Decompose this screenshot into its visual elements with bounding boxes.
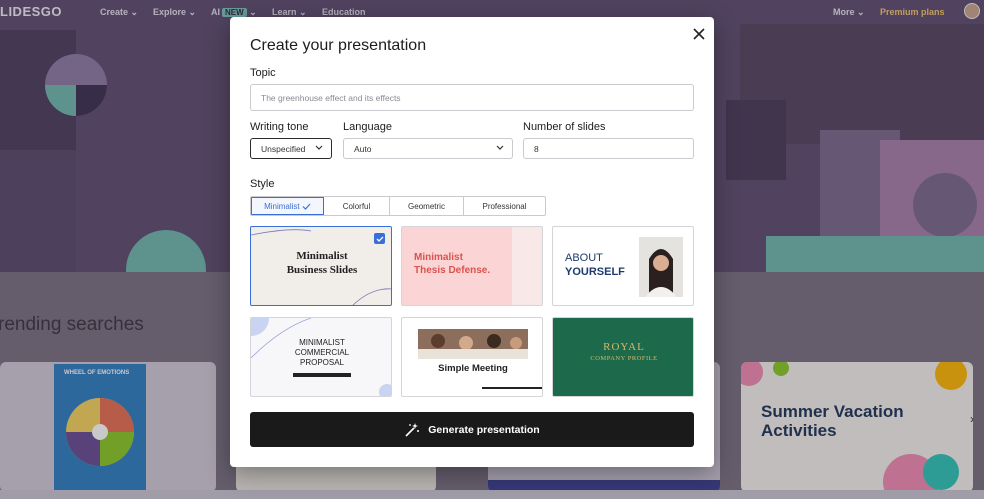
language-value: Auto (354, 143, 372, 154)
magic-wand-icon (405, 422, 420, 437)
topic-label: Topic (250, 67, 276, 79)
style-option-professional[interactable]: Professional (464, 197, 545, 215)
portrait-photo (645, 249, 677, 297)
number-of-slides-input[interactable]: 8 (523, 138, 694, 159)
template-title-line2: YOURSELF (565, 266, 625, 278)
template-title-line1: Minimalist (296, 250, 348, 262)
generate-presentation-label: Generate presentation (428, 423, 540, 436)
writing-tone-label: Writing tone (250, 121, 309, 133)
template-title-line2: COMMERCIAL (294, 348, 350, 357)
template-title-line1: Simple Meeting (438, 363, 508, 374)
close-icon (693, 28, 705, 40)
template-title-line3: PROPOSAL (299, 358, 344, 367)
template-title-line1: MINIMALIST (299, 338, 345, 347)
style-segmented-control: Minimalist Colorful Geometric Profession… (250, 196, 546, 216)
style-label: Style (250, 178, 275, 190)
generate-presentation-button[interactable]: Generate presentation (250, 412, 694, 447)
meeting-photo (418, 329, 528, 359)
template-simple-meeting[interactable]: Simple Meeting (401, 317, 543, 397)
template-title-line1: ABOUT (565, 252, 603, 264)
close-button[interactable] (690, 25, 708, 43)
chevron-down-icon (315, 145, 323, 150)
template-minimalist-commercial[interactable]: MINIMALIST COMMERCIAL PROPOSAL (250, 317, 392, 397)
template-title-line2: COMPANY PROFILE (590, 355, 658, 362)
template-title-line1: ROYAL (603, 341, 645, 353)
language-label: Language (343, 121, 392, 133)
create-presentation-modal: Create your presentation Topic The green… (230, 17, 714, 467)
writing-tone-select[interactable]: Unspecified (250, 138, 332, 159)
language-select[interactable]: Auto (343, 138, 513, 159)
topic-input[interactable]: The greenhouse effect and its effects (250, 84, 694, 111)
template-title-line2: Thesis Defense. (414, 265, 491, 276)
template-minimalist-thesis[interactable]: Minimalist Thesis Defense. (401, 226, 543, 306)
style-option-geometric[interactable]: Geometric (390, 197, 464, 215)
template-about-yourself[interactable]: ABOUT YOURSELF (552, 226, 694, 306)
template-title-line1: Minimalist (414, 252, 463, 263)
chevron-down-icon (496, 145, 504, 150)
style-option-minimalist[interactable]: Minimalist (251, 197, 324, 215)
selected-check-icon (374, 233, 385, 244)
writing-tone-value: Unspecified (261, 143, 306, 154)
number-of-slides-label: Number of slides (523, 121, 606, 133)
modal-title: Create your presentation (250, 37, 427, 54)
style-option-colorful[interactable]: Colorful (324, 197, 390, 215)
check-icon (302, 203, 311, 210)
template-minimalist-business[interactable]: Minimalist Business Slides (250, 226, 392, 306)
template-royal-company[interactable]: ROYAL COMPANY PROFILE (552, 317, 694, 397)
template-title-line2: Business Slides (286, 264, 358, 276)
